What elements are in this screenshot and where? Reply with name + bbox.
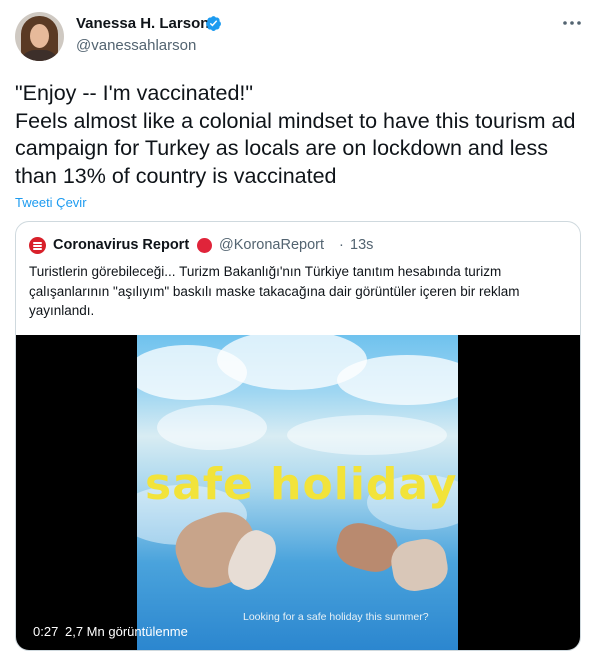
more-options-icon[interactable] xyxy=(561,14,583,32)
author-handle[interactable]: @vanessahlarson xyxy=(76,37,196,54)
video-player[interactable]: safe holiday Looking for a safe holiday … xyxy=(16,335,580,650)
quoted-author-handle: @KoronaReport xyxy=(219,237,324,253)
verified-badge-icon xyxy=(206,16,221,31)
video-view-count: 2,7 Mn görüntülenme xyxy=(65,624,188,639)
tweet: Vanessa H. Larson @vanessahlarson "Enjoy… xyxy=(0,0,599,662)
translate-tweet-link[interactable]: Tweeti Çevir xyxy=(15,195,87,210)
tweet-text: "Enjoy -- I'm vaccinated!" Feels almost … xyxy=(15,81,576,188)
video-overlay-text: safe holiday xyxy=(145,459,458,510)
video-frame: safe holiday Looking for a safe holiday … xyxy=(137,335,458,650)
quoted-timestamp[interactable]: 13s xyxy=(350,237,373,253)
video-subtitle: Looking for a safe holiday this summer? xyxy=(243,611,429,623)
quoted-tweet[interactable]: Coronavirus Report @KoronaReport · 13s T… xyxy=(15,221,581,651)
author-name[interactable]: Vanessa H. Larson xyxy=(76,15,209,32)
avatar[interactable] xyxy=(15,12,64,61)
red-circle-badge-icon xyxy=(197,238,212,253)
separator-dot: · xyxy=(339,237,344,253)
coronavirus-report-logo xyxy=(29,237,46,254)
quoted-author-name: Coronavirus Report xyxy=(53,237,190,253)
video-duration: 0:27 xyxy=(33,624,59,639)
quoted-tweet-text: Turistlerin görebileceği... Turizm Bakan… xyxy=(29,264,520,318)
